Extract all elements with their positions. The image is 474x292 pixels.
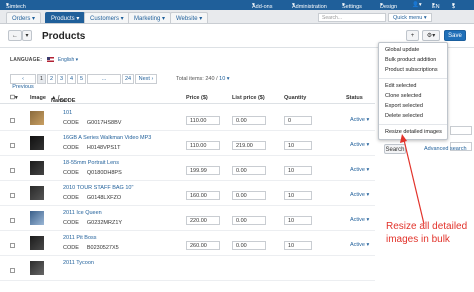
arrow-head	[400, 134, 407, 143]
annotation-arrow	[400, 134, 425, 225]
annotation-callout: Resize all detailed images in bulk	[386, 221, 468, 245]
arrow-line	[403, 139, 425, 225]
